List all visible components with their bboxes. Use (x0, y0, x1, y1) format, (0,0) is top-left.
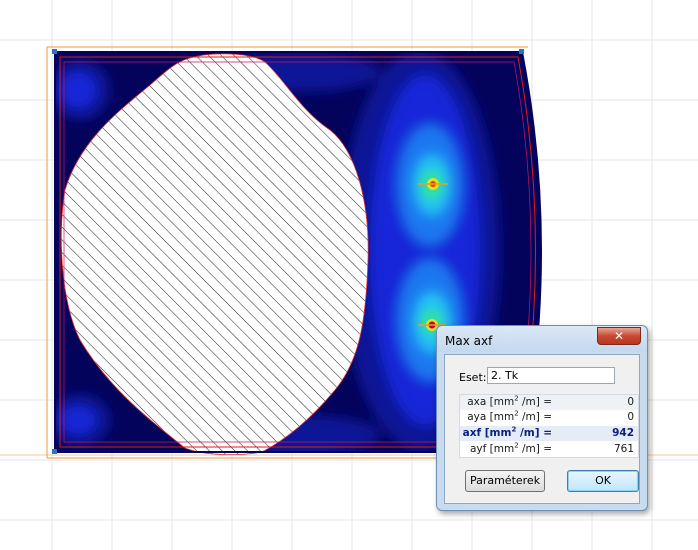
dialog-title: Max axf (445, 334, 493, 348)
result-row-aya: aya [mm2 /m] = 0 (460, 410, 638, 425)
parameters-button[interactable]: Paraméterek (465, 470, 545, 492)
max-axf-dialog[interactable]: Max axf ✕ Eset: 2. Tk axa [mm2 /m] = 0 a… (436, 325, 648, 511)
ok-button[interactable]: OK (567, 470, 639, 492)
result-label: axf [mm2 /m] = (462, 425, 552, 439)
result-row-ayf: ayf [mm2 /m] = 761 (460, 442, 638, 457)
results-table: axa [mm2 /m] = 0 aya [mm2 /m] = 0 axf [m… (459, 394, 639, 458)
result-label: ayf [mm2 /m] = (469, 441, 552, 455)
result-row-axa: axa [mm2 /m] = 0 (460, 395, 638, 410)
result-value: 761 (613, 443, 634, 455)
load-case-label: Eset: (459, 371, 487, 384)
result-label: aya [mm2 /m] = (467, 409, 552, 423)
result-label: axa [mm2 /m] = (467, 394, 552, 408)
result-value: 0 (627, 396, 634, 408)
dialog-client-area: Eset: 2. Tk axa [mm2 /m] = 0 aya [mm2 /m… (444, 354, 640, 504)
dialog-titlebar[interactable]: Max axf ✕ (437, 326, 647, 352)
close-button[interactable]: ✕ (597, 327, 641, 345)
load-case-field[interactable]: 2. Tk (487, 367, 615, 384)
result-value: 0 (627, 411, 634, 423)
result-row-axf: axf [mm2 /m] = 942 (460, 426, 638, 441)
close-icon: ✕ (613, 329, 625, 343)
result-value: 942 (612, 427, 634, 439)
